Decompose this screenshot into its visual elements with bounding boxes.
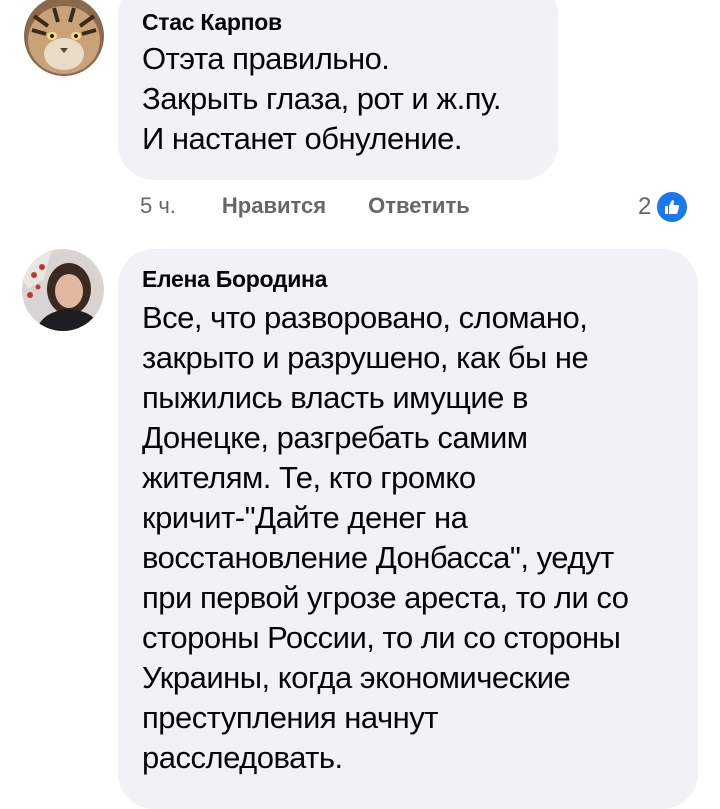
like-button[interactable]: Нравится — [222, 193, 326, 219]
comment-text-line: при первой угрозе ареста, то ли со — [142, 580, 629, 615]
comment-text-line: расследовать. — [142, 740, 343, 775]
tiger-avatar-image — [24, 0, 104, 76]
thumbs-up-icon — [655, 190, 690, 224]
avatar-elena-borodina[interactable] — [22, 249, 104, 331]
comment-author[interactable]: Елена Бородина — [142, 265, 698, 293]
comment-author[interactable]: Стас Карпов — [142, 8, 558, 36]
comment-text-line: пыжились власть имущие в — [142, 380, 528, 415]
avatar-stas-karpov[interactable] — [24, 0, 104, 76]
comment-actions: 5 ч. Нравится Ответить — [140, 193, 470, 219]
comment-text-line: стороны России, то ли со стороны — [142, 620, 621, 655]
comment-text-line: Отэта правильно. — [142, 41, 390, 76]
comment-text-line: Донецке, разгребать самим — [142, 420, 528, 455]
comment-timestamp[interactable]: 5 ч. — [140, 193, 176, 219]
woman-avatar-image — [22, 249, 104, 331]
comment-text-line: Закрыть глаза, рот и ж.пу. — [142, 81, 502, 116]
reaction-count: 2 — [638, 193, 652, 220]
comment-bubble-1: Стас Карпов Отэта правильно. Закрыть гла… — [118, 0, 558, 180]
comment-bubble-2: Елена Бородина Все, что разворовано, сло… — [118, 249, 698, 809]
reply-button[interactable]: Ответить — [368, 193, 470, 219]
comment-text-line: кричит-"Дайте денег на — [142, 500, 468, 535]
comment-text-line: жителям. Те, кто громко — [142, 460, 476, 495]
comment-text-line: Все, что разворовано, сломано, — [142, 300, 588, 335]
comment-text-line: восстановление Донбасса", уедут — [142, 540, 614, 575]
reaction-summary[interactable]: 2 — [638, 190, 690, 224]
comment-text-line: закрыто и разрушено, как бы не — [142, 340, 589, 375]
comment-text-line: И настанет обнуление. — [142, 121, 463, 156]
comment-text-line: преступления начнут — [142, 700, 438, 735]
comment-text-line: Украины, когда экономические — [142, 660, 571, 695]
